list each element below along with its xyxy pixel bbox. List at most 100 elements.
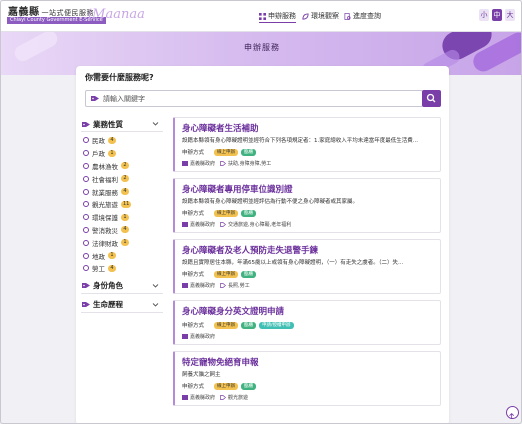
nav-apply-services[interactable]: 申辦服務 [259,11,296,23]
filter-option[interactable]: 環境保護 1 [81,211,163,224]
radio-button[interactable] [83,226,89,233]
radio-button[interactable] [83,137,89,144]
results-list: 身心障礙者生活補助 設籍本縣領有身心障礙證明並經符合下列各項規定者：1.家庭總收… [173,117,441,412]
filter-section-business[interactable]: 業務性質 [81,117,163,132]
method-chip: 線上申辦 [214,270,238,278]
service-title[interactable]: 身心障礙者及老人預防走失退警手鍊 [182,245,434,257]
service-tags: 長照,勞工 [228,283,250,289]
section-label: 業務性質 [93,119,123,129]
page-title: 申辦服務 [244,43,280,52]
option-label: 環境保護 [92,214,118,223]
method-label: 申辦方式 [182,384,205,390]
tag-outline-icon [220,161,227,166]
radio-button[interactable] [83,201,89,208]
filter-option[interactable]: 農林漁牧 2 [81,160,163,173]
filter-section-life-course[interactable]: 生命歷程 [81,298,163,313]
building-icon [182,161,188,166]
method-chip: 線上申辦 [214,321,238,329]
tag-icon [82,283,90,289]
tag-icon [82,302,90,308]
tag-icon [91,96,99,101]
option-label: 民政 [92,137,105,146]
service-card[interactable]: 身心障礙身分英文證明申請 申辦方式 線上申辦 臨櫃 申請/授權申辦 嘉義縣政府 [173,300,441,345]
site-logo[interactable]: 嘉義縣 一站式便民服務 [8,3,94,18]
count-badge: 1 [108,252,116,260]
back-to-top-button[interactable] [506,406,519,419]
count-badge: 1 [121,239,129,247]
apply-methods: 申辦方式 線上申辦 臨櫃 申請/授權申辦 [182,321,434,329]
count-badge: 1 [121,213,129,221]
logo-script-text: iMaanaa [88,7,145,22]
apply-methods: 申辦方式 線上申辦 臨櫃 [182,148,434,156]
service-title[interactable]: 身心障礙身分英文證明申請 [182,306,434,318]
agency-name: 嘉義縣政府 [190,395,216,401]
filter-option[interactable]: 民政 4 [81,134,163,147]
filter-option[interactable]: 警消救災 4 [81,224,163,237]
filter-option[interactable]: 勞工 4 [81,262,163,275]
service-title[interactable]: 特定寵物免絕育申報 [182,357,434,369]
method-chip: 線上申辦 [214,209,238,217]
option-label: 社會福利 [92,175,118,184]
filter-section-identity[interactable]: 身份角色 [81,279,163,294]
nav-label: 進度查詢 [353,12,381,20]
tag-icon [82,121,90,127]
building-icon [182,222,188,227]
radio-button[interactable] [83,188,89,195]
radio-button[interactable] [83,162,89,169]
service-meta: 嘉義縣政府 交通旅遊,身心障礙,老年福利 [182,221,434,228]
grid-icon [259,12,266,20]
service-title[interactable]: 身心障礙者專用停車位識別證 [182,184,434,196]
method-chip: 臨櫃 [241,148,256,156]
service-card[interactable]: 身心障礙者及老人預防走失退警手鍊 設籍且實際居住本縣，年滿65歲以上或領有身心障… [173,239,441,294]
filter-option[interactable]: 就業服務 4 [81,185,163,198]
font-size-small-button[interactable]: 小 [479,9,489,21]
method-chip: 臨櫃 [241,382,256,390]
chevron-down-icon [152,302,159,307]
radio-button[interactable] [83,252,89,259]
leaf-icon [302,12,309,20]
service-title[interactable]: 身心障礙者生活補助 [182,123,434,135]
radio-button[interactable] [83,239,89,246]
font-size-large-button[interactable]: 大 [505,9,515,21]
radio-button[interactable] [83,265,89,272]
filter-option[interactable]: 觀光旅遊 11 [81,198,163,211]
agency-name: 嘉義縣政府 [190,334,216,340]
service-description: 設籍本縣領有身心障礙證明並經評估為行動不便之身心障礙者或其家屬。 [182,199,359,205]
filter-option[interactable]: 法律財政 1 [81,236,163,249]
service-card[interactable]: 身心障礙者生活補助 設籍本縣領有身心障礙證明並經符合下列各項規定者：1.家庭總收… [173,117,441,172]
radio-button[interactable] [83,150,89,157]
method-chip: 臨櫃 [241,321,256,329]
count-badge: 4 [108,264,116,272]
search-input[interactable] [103,92,413,105]
search-icon [426,93,436,103]
section-label: 身份角色 [93,281,123,291]
nav-environment[interactable]: 環境觀察 [302,11,339,21]
filter-option[interactable]: 社會福利 2 [81,172,163,185]
building-icon [182,283,188,288]
method-chip: 線上申辦 [214,382,238,390]
service-meta: 嘉義縣政府 扶助,身障身障,勞工 [182,160,434,167]
count-badge: 2 [121,175,129,183]
search-button[interactable] [422,90,441,107]
search-question: 你需要什麼服務呢? [85,73,154,82]
count-badge: 2 [121,162,129,170]
radio-button[interactable] [83,175,89,182]
method-chip: 臨櫃 [241,209,256,217]
agency-name: 嘉義縣政府 [190,222,216,228]
apply-methods: 申辦方式 線上申辦 臨櫃 [182,382,434,390]
service-description: 飼養犬貓之飼主 [182,372,221,378]
count-badge: 4 [121,226,129,234]
filter-option[interactable]: 地政 1 [81,249,163,262]
radio-button[interactable] [83,214,89,221]
method-label: 申辦方式 [182,150,205,156]
service-card[interactable]: 特定寵物免絕育申報 飼養犬貓之飼主 申辦方式 線上申辦 臨櫃 嘉義縣政府 觀光旅… [173,351,441,406]
service-card[interactable]: 身心障礙者專用停車位識別證 設籍本縣領有身心障礙證明並經評估為行動不便之身心障礙… [173,178,441,233]
filter-option[interactable]: 戶政 1 [81,147,163,160]
building-icon [182,334,188,339]
nav-progress-query[interactable]: 進度查詢 [344,11,381,21]
font-size-medium-button[interactable]: 中 [492,9,502,21]
option-label: 勞工 [92,265,105,274]
option-label: 觀光旅遊 [92,201,118,210]
option-label: 農林漁牧 [92,162,118,171]
option-label: 警消救災 [92,226,118,235]
